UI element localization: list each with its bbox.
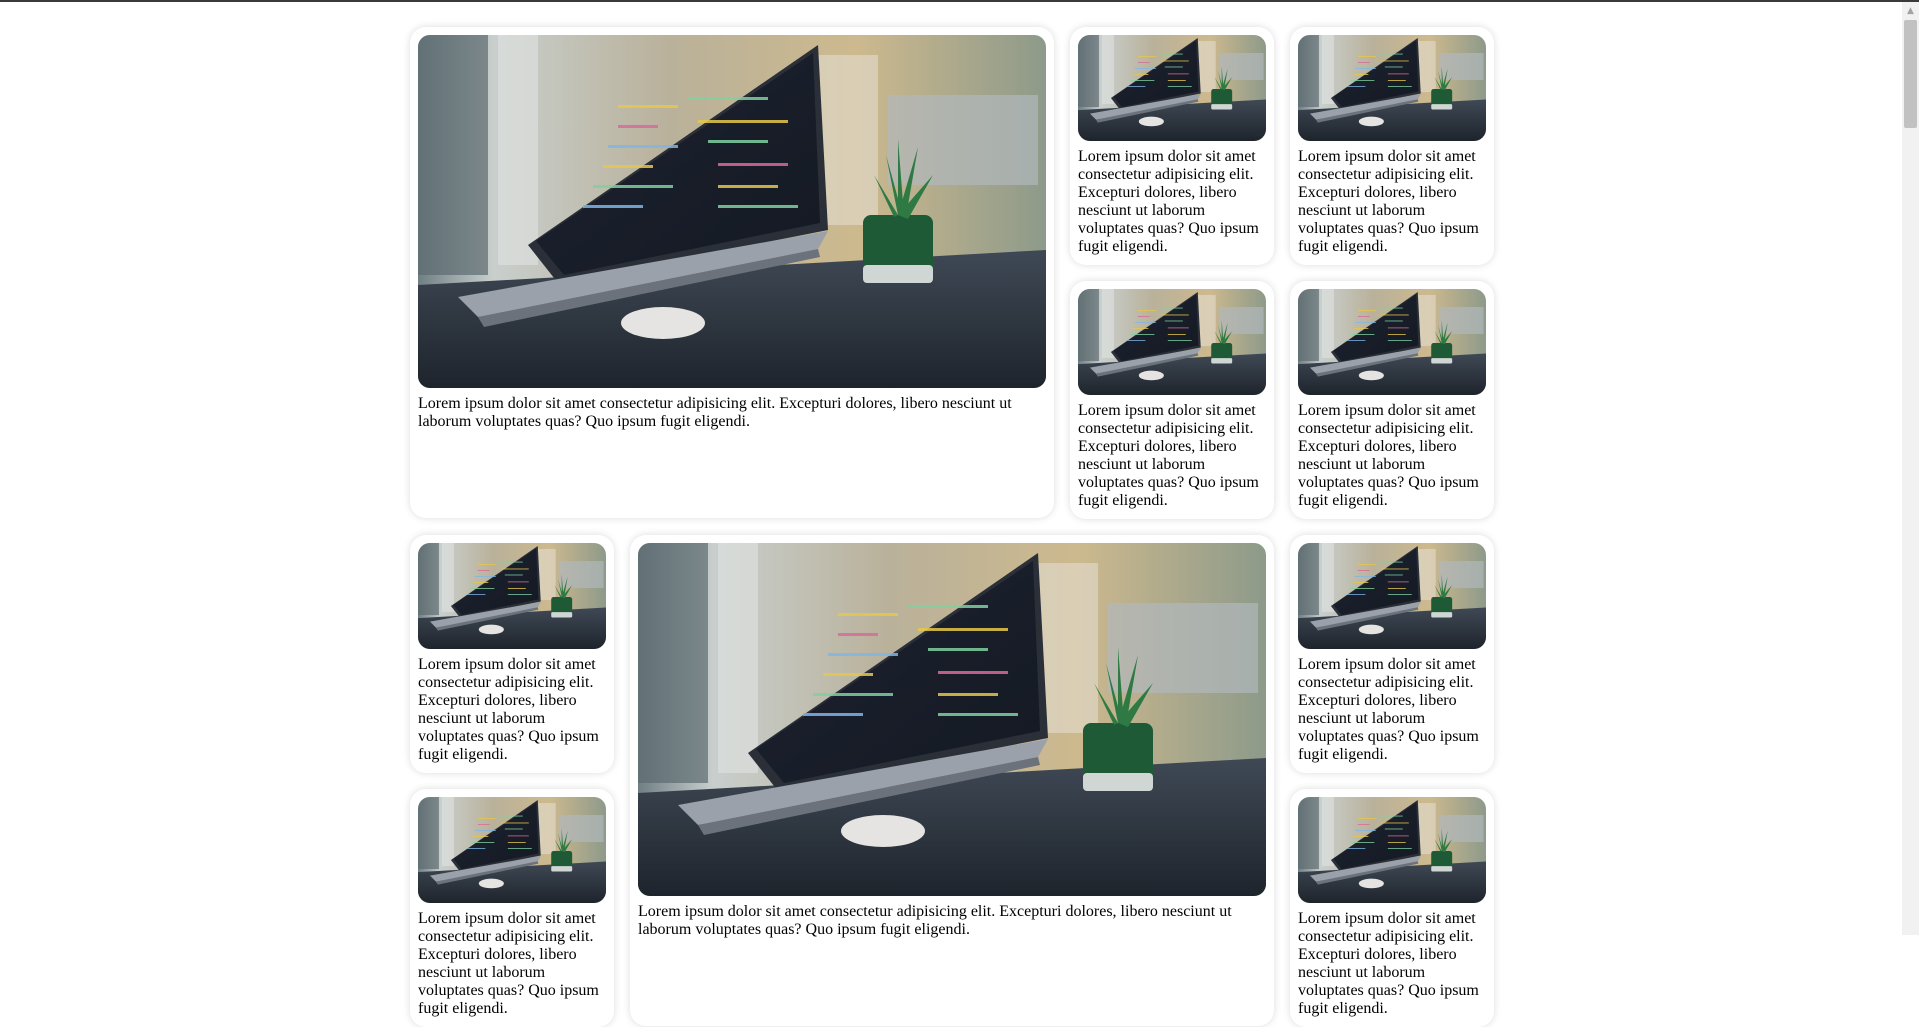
laptop-photo [1078, 289, 1266, 395]
card-small[interactable]: Lorem ipsum dolor sit amet consectetur a… [410, 535, 614, 773]
laptop-photo [418, 543, 606, 649]
card-small[interactable]: Lorem ipsum dolor sit amet consectetur a… [1290, 535, 1494, 773]
card-small[interactable]: Lorem ipsum dolor sit amet consectetur a… [1070, 281, 1274, 519]
scrollbar-thumb[interactable] [1904, 20, 1917, 128]
laptop-photo [1298, 543, 1486, 649]
vertical-scrollbar[interactable] [1902, 2, 1919, 935]
card-small[interactable]: Lorem ipsum dolor sit amet consectetur a… [1290, 789, 1494, 1027]
card-small[interactable]: Lorem ipsum dolor sit amet consectetur a… [1290, 27, 1494, 265]
card-text: Lorem ipsum dolor sit amet consectetur a… [1078, 148, 1259, 255]
card-small[interactable]: Lorem ipsum dolor sit amet consectetur a… [1070, 27, 1274, 265]
card-small[interactable]: Lorem ipsum dolor sit amet consectetur a… [1290, 281, 1494, 519]
laptop-photo [1078, 35, 1266, 141]
laptop-photo [1298, 35, 1486, 141]
laptop-photo [1298, 797, 1486, 903]
card-text: Lorem ipsum dolor sit amet consectetur a… [1298, 148, 1479, 255]
card-large[interactable]: Lorem ipsum dolor sit amet consectetur a… [630, 535, 1274, 1026]
card-text: Lorem ipsum dolor sit amet consectetur a… [1298, 910, 1479, 1017]
card-text: Lorem ipsum dolor sit amet consectetur a… [418, 656, 599, 763]
card-text: Lorem ipsum dolor sit amet consectetur a… [418, 395, 1012, 430]
card-large[interactable]: Lorem ipsum dolor sit amet consectetur a… [410, 27, 1054, 518]
card-small[interactable]: Lorem ipsum dolor sit amet consectetur a… [410, 789, 614, 1027]
triangle-up-icon[interactable]: ▲ [1902, 2, 1919, 19]
laptop-photo [638, 543, 1266, 896]
card-text: Lorem ipsum dolor sit amet consectetur a… [418, 910, 599, 1017]
laptop-photo [418, 35, 1046, 388]
window-top-border [0, 0, 1919, 2]
laptop-photo [418, 797, 606, 903]
card-text: Lorem ipsum dolor sit amet consectetur a… [1298, 656, 1479, 763]
card-text: Lorem ipsum dolor sit amet consectetur a… [1298, 402, 1479, 509]
card-text: Lorem ipsum dolor sit amet consectetur a… [1078, 402, 1259, 509]
card-text: Lorem ipsum dolor sit amet consectetur a… [638, 903, 1232, 938]
laptop-photo [1298, 289, 1486, 395]
